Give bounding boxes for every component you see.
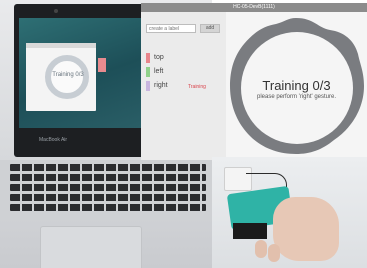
gesture-label: right — [154, 82, 168, 89]
add-button[interactable]: add — [200, 24, 220, 33]
key-row — [10, 204, 206, 211]
finger — [255, 240, 267, 258]
key-row — [10, 184, 206, 191]
gesture-color-swatch — [146, 53, 150, 63]
label-input[interactable] — [146, 24, 196, 33]
finger — [268, 244, 280, 262]
gesture-label: left — [154, 68, 164, 75]
key-row — [10, 174, 206, 181]
app-window: HC-05-DevB(1111) add top left right Trai… — [141, 3, 367, 160]
composite-video-frame: Training 0/3 MacBook Air HC-05-DevB(1111… — [0, 0, 367, 268]
gesture-label: top — [154, 54, 164, 61]
gesture-color-swatch — [146, 67, 150, 77]
laptop-app-titlebar — [26, 43, 96, 48]
gesture-status: Training — [188, 84, 206, 90]
user-hand — [273, 197, 339, 261]
window-title: HC-05-DevB(1111) — [141, 3, 367, 12]
gesture-sidebar: add top left right Training — [141, 12, 226, 160]
gesture-color-swatch — [146, 81, 150, 91]
laptop-trackpad — [40, 226, 142, 268]
training-panel: Training 0/3 please perform 'right' gest… — [226, 12, 367, 160]
laptop-brand-label: MacBook Air — [39, 137, 68, 143]
gesture-item-right[interactable]: right Training — [146, 81, 226, 93]
training-instruction: please perform 'right' gesture. — [257, 94, 336, 100]
laptop-keyboard — [0, 160, 212, 218]
gesture-item-top[interactable]: top — [146, 53, 226, 65]
gesture-item-left[interactable]: left — [146, 67, 226, 79]
laptop-training-text: Training 0/3 — [52, 72, 84, 78]
webcam-icon — [54, 9, 58, 13]
training-title: Training 0/3 — [262, 78, 331, 93]
sensor-board — [233, 223, 267, 239]
laptop-gesture-swatch — [98, 58, 106, 72]
key-row — [10, 194, 206, 201]
key-row — [10, 164, 206, 171]
